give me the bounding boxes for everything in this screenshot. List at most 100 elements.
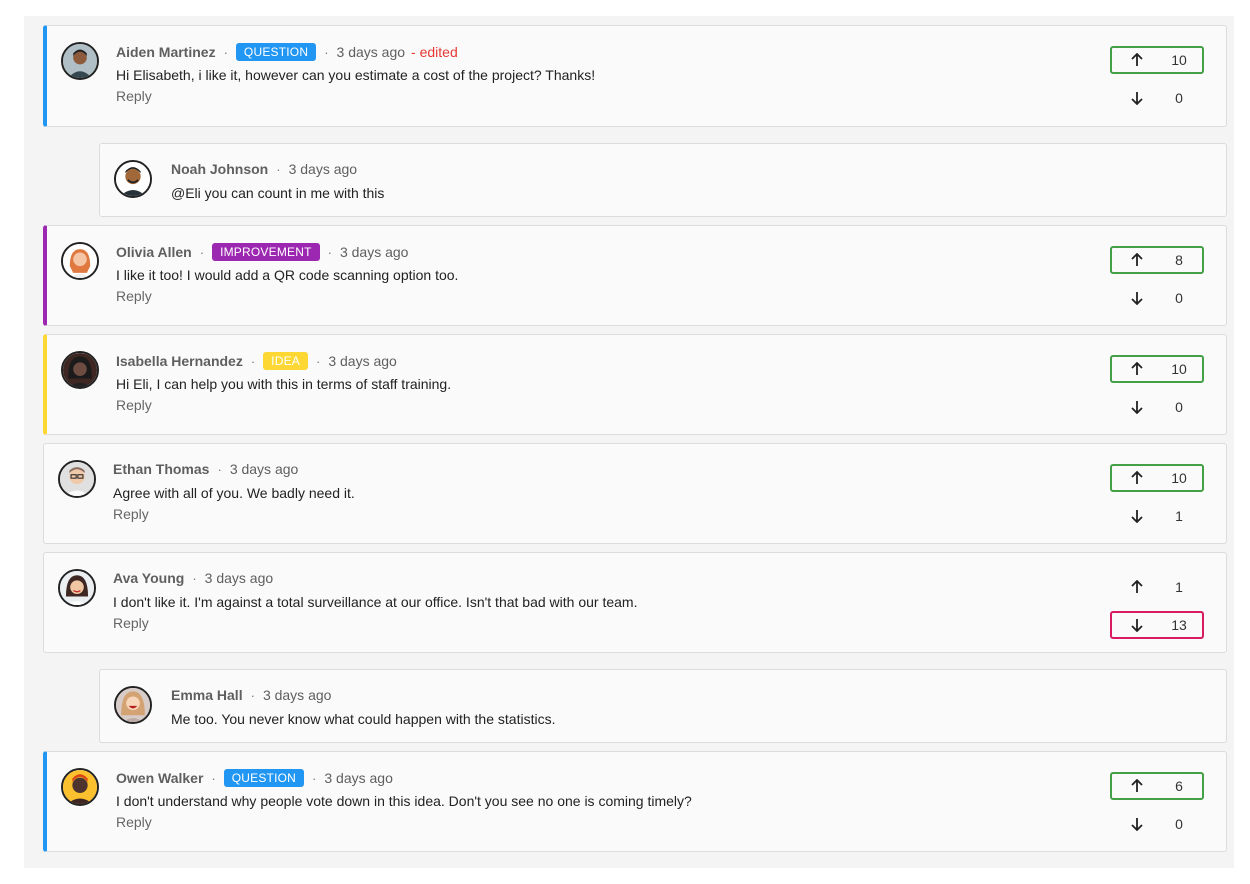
avatar-image xyxy=(116,688,150,722)
reply-card: Emma Hall · 3 days ago Me too. You never… xyxy=(99,669,1227,743)
category-badge-improvement: IMPROVEMENT xyxy=(212,243,320,261)
timestamp: 3 days ago xyxy=(328,353,397,369)
upvote-count: 1 xyxy=(1175,579,1183,595)
separator-dot: · xyxy=(315,353,321,369)
separator-dot: · xyxy=(312,770,317,786)
comment-text: I don't understand why people vote down … xyxy=(116,793,692,809)
separator-dot: · xyxy=(250,687,255,703)
author-name[interactable]: Aiden Martinez xyxy=(116,44,216,60)
avatar-image xyxy=(116,162,150,196)
upvote-button[interactable]: 8 xyxy=(1110,246,1204,274)
comment-card: Owen Walker · QUESTION · 3 days ago I do… xyxy=(43,751,1227,852)
avatar-image xyxy=(60,571,94,605)
comment-card: Aiden Martinez · QUESTION · 3 days ago -… xyxy=(43,25,1227,127)
timestamp: 3 days ago xyxy=(336,44,406,60)
author-name[interactable]: Ava Young xyxy=(113,570,184,586)
author-name[interactable]: Olivia Allen xyxy=(116,244,192,260)
arrow-up-icon xyxy=(1131,253,1143,266)
arrow-up-icon xyxy=(1131,362,1143,375)
avatar[interactable] xyxy=(61,242,99,280)
timestamp: 3 days ago xyxy=(288,161,358,177)
timestamp: 3 days ago xyxy=(204,570,274,586)
comment-text: Agree with all of you. We badly need it. xyxy=(113,485,355,501)
downvote-count: 0 xyxy=(1175,90,1183,106)
downvote-button[interactable]: 13 xyxy=(1110,611,1204,639)
avatar-image xyxy=(63,353,97,387)
downvote-count: 1 xyxy=(1175,508,1183,524)
avatar[interactable] xyxy=(58,460,96,498)
reply-link[interactable]: Reply xyxy=(113,506,149,522)
arrow-down-icon xyxy=(1131,292,1143,305)
avatar[interactable] xyxy=(58,569,96,607)
arrow-up-icon xyxy=(1131,779,1143,792)
comment-header: Aiden Martinez · QUESTION · 3 days ago -… xyxy=(116,43,458,61)
upvote-button[interactable]: 10 xyxy=(1110,355,1204,383)
upvote-button[interactable]: 10 xyxy=(1110,46,1204,74)
upvote-count: 10 xyxy=(1171,361,1187,377)
downvote-count: 0 xyxy=(1175,290,1183,306)
separator-dot: · xyxy=(211,770,216,786)
downvote-button[interactable]: 0 xyxy=(1110,284,1204,312)
upvote-count: 10 xyxy=(1171,470,1187,486)
avatar[interactable] xyxy=(114,686,152,724)
separator-dot: · xyxy=(192,570,197,586)
downvote-count: 13 xyxy=(1171,617,1187,633)
author-name[interactable]: Isabella Hernandez xyxy=(116,353,243,369)
category-badge-question: QUESTION xyxy=(235,43,317,61)
comment-header: Isabella Hernandez · IDEA · 3 days ago xyxy=(116,352,397,370)
comment-text: Me too. You never know what could happen… xyxy=(171,711,556,727)
comments-panel: Aiden Martinez · QUESTION · 3 days ago -… xyxy=(24,16,1234,868)
author-name[interactable]: Noah Johnson xyxy=(171,161,268,177)
arrow-down-icon xyxy=(1131,92,1143,105)
downvote-count: 0 xyxy=(1175,816,1183,832)
separator-dot: · xyxy=(250,353,256,369)
upvote-count: 6 xyxy=(1175,778,1183,794)
comment-header: Ava Young · 3 days ago xyxy=(113,570,273,586)
arrow-up-icon xyxy=(1131,471,1143,484)
arrow-down-icon xyxy=(1131,401,1143,414)
reply-link[interactable]: Reply xyxy=(116,814,152,830)
downvote-button[interactable]: 0 xyxy=(1110,810,1204,838)
author-name[interactable]: Emma Hall xyxy=(171,687,243,703)
separator-dot: · xyxy=(223,44,228,60)
author-name[interactable]: Ethan Thomas xyxy=(113,461,209,477)
author-name[interactable]: Owen Walker xyxy=(116,770,203,786)
reply-link[interactable]: Reply xyxy=(116,88,152,104)
upvote-count: 8 xyxy=(1175,252,1183,268)
downvote-button[interactable]: 0 xyxy=(1110,84,1204,112)
comment-header: Ethan Thomas · 3 days ago xyxy=(113,461,298,477)
avatar[interactable] xyxy=(114,160,152,198)
reply-card: Noah Johnson · 3 days ago @Eli you can c… xyxy=(99,143,1227,217)
comment-header: Noah Johnson · 3 days ago xyxy=(171,161,357,177)
downvote-button[interactable]: 0 xyxy=(1110,393,1204,421)
comment-text: I don't like it. I'm against a total sur… xyxy=(113,594,638,610)
upvote-button[interactable]: 6 xyxy=(1110,772,1204,800)
arrow-up-icon xyxy=(1131,53,1143,66)
comment-header: Emma Hall · 3 days ago xyxy=(171,687,331,703)
arrow-up-icon xyxy=(1131,580,1143,593)
comment-card: Isabella Hernandez · IDEA · 3 days ago H… xyxy=(43,334,1227,435)
separator-dot: · xyxy=(199,244,205,260)
edited-label: - edited xyxy=(411,44,458,60)
timestamp: 3 days ago xyxy=(262,687,332,703)
downvote-button[interactable]: 1 xyxy=(1110,502,1204,530)
avatar[interactable] xyxy=(61,42,99,80)
comment-text: Hi Elisabeth, i like it, however can you… xyxy=(116,67,596,83)
arrow-down-icon xyxy=(1131,619,1143,632)
comment-text: I like it too! I would add a QR code sca… xyxy=(116,267,459,283)
upvote-button[interactable]: 10 xyxy=(1110,464,1204,492)
comment-card: Ethan Thomas · 3 days ago Agree with all… xyxy=(43,443,1227,544)
comment-card: Ava Young · 3 days ago I don't like it. … xyxy=(43,552,1227,653)
reply-link[interactable]: Reply xyxy=(116,288,152,304)
reply-link[interactable]: Reply xyxy=(116,397,152,413)
avatar[interactable] xyxy=(61,351,99,389)
reply-link[interactable]: Reply xyxy=(113,615,149,631)
downvote-count: 0 xyxy=(1175,399,1183,415)
upvote-button[interactable]: 1 xyxy=(1110,573,1204,601)
separator-dot: · xyxy=(217,461,222,477)
avatar-image xyxy=(63,44,97,78)
upvote-count: 10 xyxy=(1171,52,1187,68)
avatar[interactable] xyxy=(61,768,99,806)
arrow-down-icon xyxy=(1131,818,1143,831)
timestamp: 3 days ago xyxy=(229,461,299,477)
